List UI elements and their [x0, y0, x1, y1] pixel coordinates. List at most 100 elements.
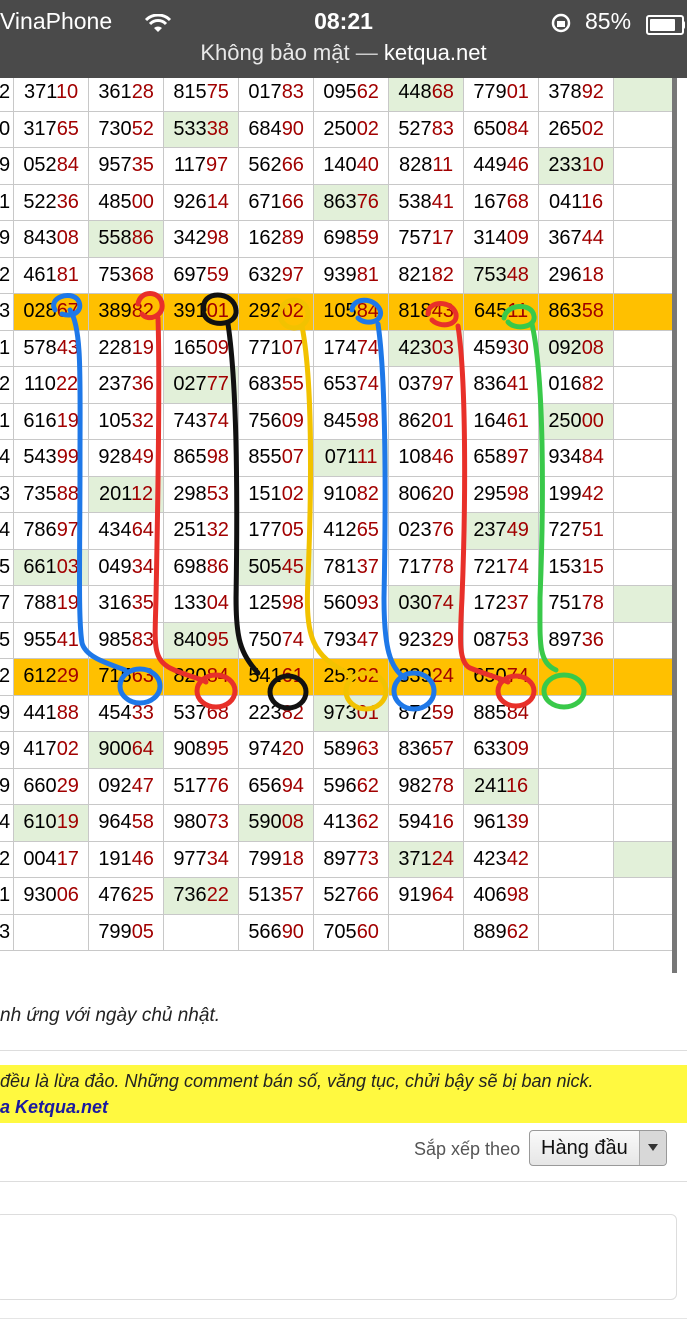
result-cell: [613, 402, 674, 440]
number-suffix: 84: [506, 117, 529, 140]
status-bar: VinaPhone 08:21 85%: [0, 6, 687, 36]
result-cell: 61229: [13, 658, 90, 696]
number-suffix: 08: [56, 227, 79, 250]
result-cell: 88962: [463, 913, 540, 951]
table-row: 9 66029 09247 51776 65694 59662 98278 24116: [0, 767, 674, 805]
number-prefix: 241: [474, 774, 506, 797]
number-suffix: 64: [131, 519, 154, 542]
result-cell: 83641: [463, 366, 540, 404]
number-suffix: 81: [56, 263, 79, 286]
number-prefix: 897: [323, 847, 357, 870]
number-prefix: 361: [98, 81, 132, 104]
security-label: Không bảo mật: [200, 40, 350, 65]
result-cell: 25000: [538, 402, 615, 440]
number-suffix: 88: [56, 482, 79, 505]
sort-select[interactable]: Hàng đầu: [529, 1130, 667, 1166]
result-cell: 97420: [238, 731, 315, 769]
number-suffix: 59: [206, 263, 229, 286]
number-prefix: 973: [323, 701, 357, 724]
number-prefix: 818: [398, 300, 432, 323]
number-suffix: 82: [281, 701, 304, 724]
result-cell: [613, 475, 674, 513]
sort-selected-value: Hàng đầu: [541, 1137, 628, 1159]
result-cell: 23310: [538, 147, 615, 185]
number-suffix: 35: [131, 592, 154, 615]
number-prefix: 650: [473, 117, 507, 140]
result-cell: 85507: [238, 439, 315, 477]
number-suffix: 68: [431, 81, 454, 104]
result-cell: 46181: [13, 256, 90, 294]
url-bar[interactable]: Không bảo mật — ketqua.net: [0, 40, 687, 66]
number-suffix: 52: [131, 117, 154, 140]
result-cell: 02867: [13, 293, 90, 331]
number-prefix: 092: [548, 336, 582, 359]
number-suffix: 82: [131, 300, 154, 323]
chevron-down-icon: [639, 1131, 666, 1165]
result-cell: 84598: [313, 402, 390, 440]
number-suffix: 95: [206, 628, 229, 651]
number-prefix: 228: [98, 336, 132, 359]
number-prefix: 172: [473, 592, 507, 615]
number-suffix: 43: [56, 336, 79, 359]
number-prefix: 750: [248, 628, 282, 651]
number-prefix: 201: [99, 482, 131, 505]
result-cell: 09562: [313, 78, 390, 112]
result-cell: 24116: [463, 767, 540, 805]
result-cell: 56690: [238, 913, 315, 951]
result-cell: 23749: [463, 512, 540, 550]
result-cell: 65084: [463, 110, 540, 148]
number-suffix: 97: [431, 373, 454, 396]
result-cell: 95541: [13, 621, 90, 659]
result-cell: 22382: [238, 694, 315, 732]
number-suffix: 28: [131, 81, 154, 104]
number-suffix: 94: [281, 774, 304, 797]
number-prefix: 527: [398, 117, 432, 140]
number-suffix: 73: [356, 847, 379, 870]
comment-input[interactable]: [0, 1214, 677, 1300]
number-prefix: 863: [323, 190, 357, 213]
notice-link[interactable]: a Ketqua.net: [0, 1097, 108, 1118]
result-cell: 10846: [388, 439, 465, 477]
number-prefix: 820: [173, 665, 207, 688]
result-cell: 19146: [88, 840, 165, 878]
number-prefix: 955: [23, 628, 57, 651]
number-suffix: 74: [356, 373, 379, 396]
number-prefix: 153: [548, 555, 582, 578]
number-prefix: 863: [548, 300, 582, 323]
result-cell: 63297: [238, 256, 315, 294]
result-cell: 66103: [13, 548, 90, 586]
number-suffix: 01: [431, 409, 454, 432]
result-cell: 19942: [538, 475, 615, 513]
battery-icon: [646, 15, 684, 35]
number-suffix: 98: [356, 409, 379, 432]
number-prefix: 017: [248, 81, 282, 104]
row-edge-digit: 2: [0, 658, 15, 696]
result-cell: 38982: [88, 293, 165, 331]
number-prefix: 736: [173, 884, 207, 907]
result-cell: 75717: [388, 220, 465, 258]
number-prefix: 265: [548, 117, 582, 140]
number-suffix: 82: [581, 373, 604, 396]
number-prefix: 023: [398, 519, 432, 542]
number-suffix: 06: [56, 884, 79, 907]
result-cell: 37110: [13, 78, 90, 112]
number-prefix: 885: [473, 701, 507, 724]
number-suffix: 00: [581, 409, 604, 432]
number-suffix: 98: [506, 482, 529, 505]
number-suffix: 18: [281, 847, 304, 870]
number-prefix: 930: [23, 884, 57, 907]
number-suffix: 38: [206, 117, 229, 140]
result-cell: 72174: [463, 548, 540, 586]
result-cell: 41265: [313, 512, 390, 550]
result-cell: 88584: [463, 694, 540, 732]
number-suffix: 78: [431, 774, 454, 797]
number-prefix: 004: [23, 847, 57, 870]
number-prefix: 939: [323, 263, 357, 286]
result-cell: 61019: [13, 804, 90, 842]
table-row: 3 02867 38982 39101 29202 10584 81843 64511 8635…: [0, 293, 674, 331]
number-prefix: 793: [323, 628, 357, 651]
table-row: 9 41702 90064 90895 97420 58963 83657 63309: [0, 731, 674, 769]
number-prefix: 897: [548, 628, 582, 651]
result-cell: [613, 840, 674, 878]
number-prefix: 191: [98, 847, 132, 870]
